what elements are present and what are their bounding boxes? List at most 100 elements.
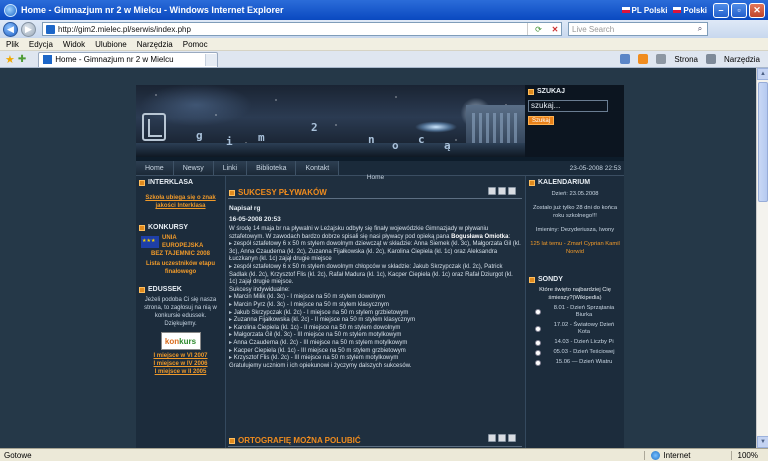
vertical-scrollbar[interactable]: ▲ ▼ [756,68,768,448]
menu-item-edycja[interactable]: Edycja [29,40,53,49]
site-search-button[interactable]: Szukaj [528,116,554,125]
url-field[interactable]: http://gim2.mielec.pl/serwis/index.php ⟳… [42,22,562,36]
edussek-place-1[interactable]: I miejsce w VI 2007 [139,352,222,360]
maximize-button[interactable]: ▫ [731,2,747,18]
feeds-icon[interactable] [638,54,649,64]
scroll-down-icon[interactable]: ▼ [757,436,768,448]
poll-option[interactable]: 05.03 - Dzień Teściowej [535,349,621,356]
result-7: Anna Czauderna (kl. 2c) - III miejsce na… [229,340,522,348]
page-viewport: g i m 2 n o c ą SZUKAJ szukaj... Szukaj … [0,68,756,448]
site-search-input[interactable]: szukaj... [528,100,608,112]
page-icon [46,24,55,34]
menu-item-widok[interactable]: Widok [63,40,85,49]
poll-option-label: 14.03 - Dzień Liczby Pi [554,339,614,345]
language-bar[interactable]: PL Polski Polski [621,5,707,15]
page-menu[interactable]: Strona [674,55,698,64]
zoom-level[interactable]: 100% [730,450,768,460]
forward-button[interactable]: ▶ [21,21,36,37]
bullet-square-icon [139,224,145,231]
language-pl[interactable]: PL Polski [621,5,668,15]
language-polski-label: Polski [683,5,707,15]
left-sidebar: INTERKLASA Szkoła ubiega się o znak jako… [136,176,226,448]
article1-actions [488,187,516,195]
tab-home[interactable]: Home - Gimnazjum nr 2 w Mielcu [38,51,219,67]
language-pl-label: PL Polski [631,5,668,15]
globe-icon [651,450,661,460]
print-icon[interactable] [488,187,496,195]
language-polski[interactable]: Polski [673,6,707,15]
scroll-thumb[interactable] [758,82,768,202]
poll-option[interactable]: 14.03 - Dzień Liczby Pi [535,339,621,346]
right-sidebar: KALENDARIUM Dzień: 23.05.2008 Zostało ju… [525,176,624,448]
close-button[interactable]: ✕ [749,2,765,18]
banner-letter: o [392,139,399,152]
poll-option[interactable]: 8.01 - Dzień Sprzątania Biurka [535,305,621,319]
home-icon[interactable] [620,54,631,64]
interklasa-link[interactable]: Szkoła ubiega się o znak jakości Interkl… [139,194,222,210]
new-tab-button[interactable] [205,53,218,66]
result-4: Zuzanna Fijałkowska (kl. 2c) - II miejsc… [229,317,522,325]
konkurs-logo-part2: kurs [179,336,197,346]
konkurs-logo-part1: kon [164,336,180,346]
tab-label: Home - Gimnazjum nr 2 w Mielcu [55,55,174,64]
radio-button[interactable] [535,309,541,315]
gear-icon[interactable] [508,434,516,442]
menu-item-plik[interactable]: Plik [6,40,19,49]
eu-banner[interactable]: UNIA EUROPEJSKA [141,234,222,250]
interklasa-title: INTERKLASA [148,179,194,186]
article2-title[interactable]: ORTOGRAFIĘ MOŻNA POLUBIĆ [229,436,361,445]
site-banner: g i m 2 n o c ą [136,85,525,157]
radio-button[interactable] [535,359,541,366]
gear-icon[interactable] [508,187,516,195]
bullet-square-icon [229,437,235,444]
edussek-place-2[interactable]: I miejsce w IV 2006 [139,360,222,368]
konkurs-logo[interactable]: kon kurs [160,332,201,350]
nav-biblioteka[interactable]: Biblioteka [247,161,297,175]
internet-explorer-icon [4,3,17,17]
stop-icon[interactable]: ✕ [549,23,561,35]
nav-home[interactable]: Home [136,161,174,175]
nav-newsy[interactable]: Newsy [173,161,214,175]
status-text: Gotowe [4,450,32,460]
radio-button[interactable] [535,326,541,332]
bullet-square-icon [529,276,535,283]
email-icon[interactable] [498,187,506,195]
radio-button[interactable] [535,339,541,346]
menu-item-pomoc[interactable]: Pomoc [183,40,208,49]
nav-kontakt[interactable]: Kontakt [296,161,340,175]
edussek-place-3[interactable]: I miejsce w II 2005 [139,368,222,376]
nav-linki[interactable]: Linki [213,161,248,175]
security-zone-label: Internet [663,450,691,460]
menu-item-narzedzia[interactable]: Narzędzia [137,40,173,49]
poll-option[interactable]: 17.02 - Światowy Dzień Kota [535,322,621,336]
article1-body: W środę 14 maja br na pływalni w Leżajsk… [229,226,522,370]
poll-option-label: 8.01 - Dzień Sprzątania Biurka [553,305,615,318]
favorites-star-icon[interactable]: ★ [5,53,15,66]
sondy-panel: SONDY Które święto najbardziej Cię śmies… [529,276,621,366]
radio-button[interactable] [535,349,541,356]
print-icon[interactable] [488,434,496,442]
finalists-link[interactable]: Lista uczestników etapu finałowego [139,260,222,276]
article1-date: 16-05-2008 20:53 [229,216,281,223]
article1-title[interactable]: SUKCESY PŁYWAKÓW [229,188,327,197]
eu-line3: BEZ TAJEMNIC 2008 [151,251,210,257]
poll-option[interactable]: 15.06 — Dzień Wiatru [535,359,621,366]
result-6: Małgorzata Gil (kl. 3c) - III miejsce na… [229,332,522,340]
live-search-input[interactable]: Live Search ⌕ [568,22,708,36]
banner-letter: c [418,133,425,146]
kalendarium-panel: KALENDARIUM Dzień: 23.05.2008 Zostało ju… [529,179,621,256]
scroll-up-icon[interactable]: ▲ [757,68,768,80]
search-icon[interactable]: ⌕ [693,24,707,34]
result-1: Marcin Milik (kl. 3c) - I miejsce na 50 … [229,294,522,302]
email-icon[interactable] [498,434,506,442]
tools-menu[interactable]: Narzędzia [724,55,760,64]
poland-flag-icon [621,7,630,13]
minimize-button[interactable]: – [713,2,729,18]
back-button[interactable]: ◀ [3,21,18,37]
eu-line2: EUROPEJSKA [162,243,204,249]
print-icon[interactable] [656,54,667,64]
edussek-panel: EDUSSEK Jeżeli podoba Ci się nasza stron… [139,286,222,376]
menu-item-ulubione[interactable]: Ulubione [95,40,127,49]
add-favorite-icon[interactable]: ✚ [18,54,26,65]
refresh-icon[interactable]: ⟳ [527,23,549,35]
